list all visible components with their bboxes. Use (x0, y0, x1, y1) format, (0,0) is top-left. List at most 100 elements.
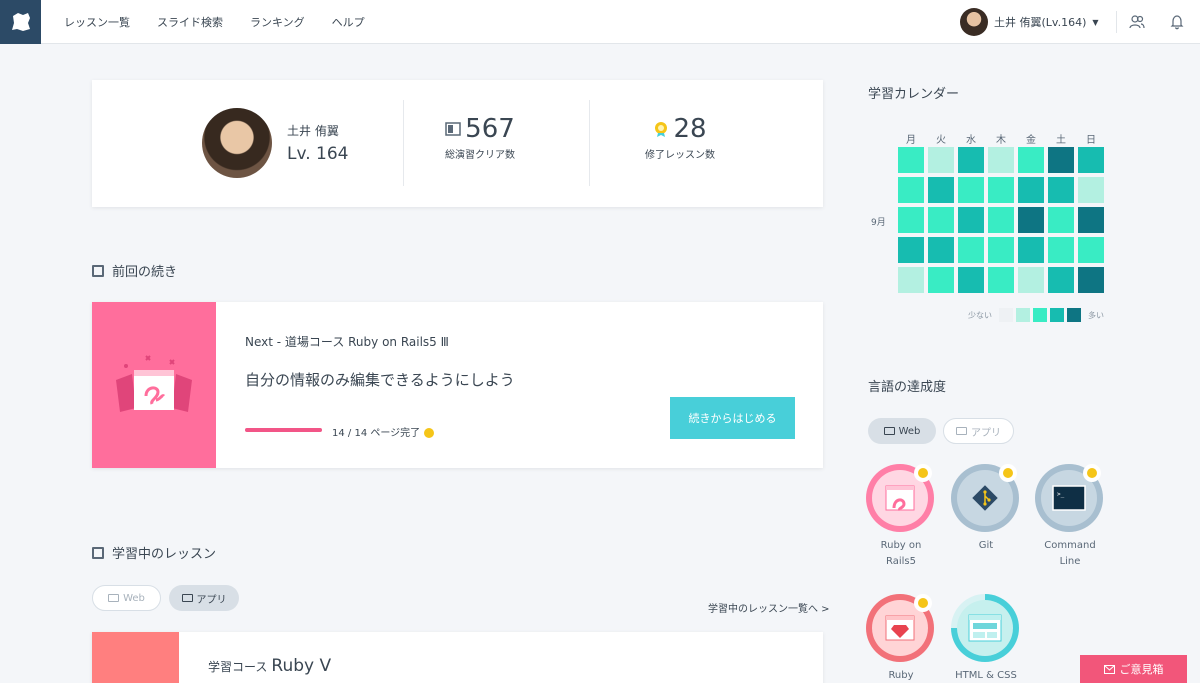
calendar-day-cell (1078, 267, 1104, 293)
divider (1116, 11, 1117, 33)
book-icon (92, 264, 104, 277)
legend-less: 少ない (968, 310, 992, 320)
section-learning-title: 学習中のレッスン (112, 547, 217, 562)
profile-avatar (202, 108, 272, 178)
day-label: 月 (906, 135, 916, 146)
browser-icon (883, 427, 895, 435)
calendar-day-cell (958, 147, 984, 173)
section-continue-title: 前回の続き (112, 265, 178, 280)
learning-list-link[interactable]: 学習中のレッスン一覧へ > (708, 600, 830, 615)
calendar-day-cell (1018, 267, 1044, 293)
progress-fill (245, 428, 322, 432)
section-learning-heading: 学習中のレッスン (92, 543, 216, 562)
lesson-title[interactable]: 自分の情報のみ編集できるようにしよう (245, 369, 515, 390)
language-command-line[interactable]: >_ Command Line (1035, 464, 1105, 570)
tab-app-label: アプリ (196, 594, 227, 606)
calendar-day-cell (928, 207, 954, 233)
calendar-day-cell (1078, 177, 1104, 203)
feedback-button[interactable]: ご意見箱 (1080, 655, 1187, 683)
lang-tab-web[interactable]: Web (868, 418, 936, 444)
bell-icon[interactable] (1169, 14, 1185, 30)
scrollbar[interactable] (1192, 44, 1200, 683)
calendar-day-cell (958, 177, 984, 203)
calendar-day-cell (1018, 147, 1044, 173)
stat-lessons-label: 修了レッスン数 (645, 150, 715, 161)
svg-text:>_: >_ (1057, 491, 1065, 498)
calendar-day-cell (1048, 207, 1074, 233)
language-ruby[interactable]: Ruby (866, 594, 936, 683)
lang-tab-app-label: アプリ (971, 427, 1001, 439)
book-icon (445, 122, 461, 136)
calendar-day-cell (1048, 237, 1074, 263)
book-icon (92, 546, 104, 559)
calendar-day-cell (898, 147, 924, 173)
language-name: HTML & CSS (955, 670, 1017, 681)
calendar-day-cell (1018, 237, 1044, 263)
progress-bar (245, 428, 322, 432)
stat-lessons: 28 修了レッスン数 (610, 114, 750, 161)
app-icon (181, 594, 193, 602)
main-nav: レッスン一覧 スライド検索 ランキング ヘルプ (64, 0, 365, 44)
language-git[interactable]: Git (951, 464, 1021, 554)
nav-slide-search[interactable]: スライド検索 (157, 14, 223, 30)
continue-button[interactable]: 続きからはじめる (670, 397, 795, 439)
logo[interactable] (0, 0, 41, 44)
lesson-course: 学習コース (208, 660, 268, 674)
language-name: Git (978, 540, 994, 551)
html-icon (968, 614, 1002, 642)
tab-web[interactable]: Web (92, 585, 161, 611)
mail-icon (1103, 664, 1115, 674)
languages-heading: 言語の達成度 (868, 380, 947, 395)
language-name: Ruby on Rails5 (880, 540, 922, 567)
feedback-label: ご意見箱 (1119, 663, 1164, 676)
legend-swatch (1016, 308, 1030, 322)
friends-icon[interactable] (1129, 14, 1145, 30)
legend-swatch (1067, 308, 1081, 322)
stat-exercises-value: 567 (465, 114, 515, 144)
calendar-day-cell (958, 207, 984, 233)
nav-lessons[interactable]: レッスン一覧 (64, 14, 130, 30)
tab-web-label: Web (123, 592, 145, 604)
user-menu[interactable]: 土井 侑翼(Lv.164) ▼ (960, 8, 1099, 36)
calendar-day-cell (988, 267, 1014, 293)
language-html-css[interactable]: HTML & CSS (951, 594, 1021, 683)
logo-icon (11, 13, 30, 31)
medal-icon (999, 464, 1017, 482)
calendar-heading: 学習カレンダー (868, 87, 960, 102)
progress-label: 14 / 14 ページ完了 (332, 428, 421, 439)
language-rails[interactable]: Ruby on Rails5 (866, 464, 936, 570)
calendar-day-cell (1048, 147, 1074, 173)
progress-ring: >_ (1035, 464, 1103, 532)
app-icon (956, 427, 967, 435)
medal-icon (914, 594, 932, 612)
medal-icon (655, 122, 668, 137)
lesson-card[interactable]: 学習コース Ruby Ⅴ (92, 632, 823, 683)
divider (403, 100, 404, 186)
calendar-day-cell (988, 207, 1014, 233)
calendar-day-cell (988, 177, 1014, 203)
progress-ring (866, 594, 934, 662)
nav-ranking[interactable]: ランキング (250, 14, 305, 30)
tab-app[interactable]: アプリ (169, 585, 239, 611)
stat-lessons-value: 28 (673, 114, 707, 144)
browser-icon (108, 594, 120, 602)
continue-card[interactable]: Next - 道場コース Ruby on Rails5 Ⅲ 自分の情報のみ編集で… (92, 302, 823, 468)
lang-tab-app[interactable]: アプリ (943, 418, 1014, 444)
calendar-day-cell (928, 267, 954, 293)
ruby-icon (885, 615, 915, 641)
calendar-day-cell (898, 207, 924, 233)
user-avatar (960, 8, 988, 36)
calendar-day-cell (958, 267, 984, 293)
top-bar: レッスン一覧 スライド検索 ランキング ヘルプ 土井 侑翼(Lv.164) ▼ (0, 0, 1200, 44)
progress-text: 14 / 14 ページ完了 (332, 424, 435, 439)
profile-level: Lv. 164 (287, 144, 349, 164)
calendar-legend: 少ない 多い (968, 308, 1104, 322)
nav-help[interactable]: ヘルプ (332, 14, 365, 30)
legend-swatch (1033, 308, 1047, 322)
calendar-day-cell (898, 267, 924, 293)
chevron-down-icon: ▼ (1092, 17, 1099, 27)
next-lesson-label: Next - 道場コース Ruby on Rails5 Ⅲ (245, 335, 449, 349)
divider (589, 100, 590, 186)
stat-exercises-label: 総演習クリア数 (445, 150, 515, 161)
calendar-day-cell (1018, 207, 1044, 233)
